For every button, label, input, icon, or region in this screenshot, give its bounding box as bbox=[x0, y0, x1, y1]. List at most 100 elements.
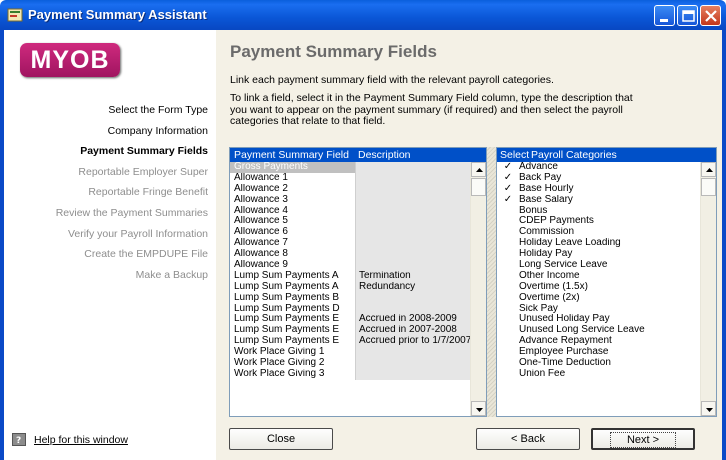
next-button[interactable]: Next > bbox=[591, 428, 695, 450]
field-description-cell[interactable] bbox=[355, 227, 471, 239]
column-header-categories[interactable]: Payroll Categories bbox=[531, 148, 716, 162]
category-checkbox[interactable] bbox=[497, 206, 519, 217]
field-row[interactable]: Work Place Giving 2 bbox=[230, 358, 486, 369]
field-row[interactable]: Allowance 9 bbox=[230, 260, 486, 271]
field-name-cell[interactable]: Work Place Giving 3 bbox=[230, 369, 355, 380]
column-header-select[interactable]: Select bbox=[497, 148, 531, 162]
scroll-thumb[interactable] bbox=[701, 178, 716, 196]
field-name-cell[interactable]: Allowance 8 bbox=[230, 249, 355, 260]
field-row[interactable]: Gross Payments bbox=[230, 162, 486, 173]
payroll-category-list[interactable]: Select Payroll Categories ✓ Advance ✓ Back … bbox=[496, 147, 717, 417]
field-row[interactable]: Lump Sum Payments A Redundancy bbox=[230, 281, 486, 293]
field-description-cell[interactable] bbox=[355, 183, 471, 195]
category-row[interactable]: Commission bbox=[497, 227, 716, 238]
field-description-cell[interactable] bbox=[355, 303, 471, 315]
field-row[interactable]: Lump Sum Payments E Accrued prior to 1/7/… bbox=[230, 336, 486, 348]
field-name-cell[interactable]: Lump Sum Payments E bbox=[230, 325, 355, 336]
category-row[interactable]: ✓ Advance bbox=[497, 162, 716, 173]
field-row[interactable]: Lump Sum Payments E Accrued in 2008-2009 bbox=[230, 314, 486, 326]
category-checkbox[interactable] bbox=[497, 293, 519, 304]
field-description-cell[interactable] bbox=[355, 162, 471, 173]
category-checkbox[interactable] bbox=[497, 216, 519, 227]
category-row[interactable]: Unused Holiday Pay bbox=[497, 314, 716, 325]
field-list-scrollbar[interactable] bbox=[470, 162, 486, 416]
field-description-cell[interactable] bbox=[355, 260, 471, 271]
category-checkbox[interactable] bbox=[497, 369, 519, 380]
checkmark-icon[interactable]: ✓ bbox=[497, 162, 519, 173]
field-row[interactable]: Lump Sum Payments D bbox=[230, 303, 486, 315]
category-row[interactable]: ✓ Base Hourly bbox=[497, 184, 716, 195]
field-description-cell[interactable] bbox=[355, 216, 471, 228]
category-checkbox[interactable] bbox=[497, 314, 519, 325]
field-name-cell[interactable]: Allowance 5 bbox=[230, 216, 355, 227]
help-link[interactable]: Help for this window bbox=[34, 434, 128, 446]
field-name-cell[interactable]: Allowance 7 bbox=[230, 238, 355, 249]
field-row[interactable]: Lump Sum Payments E Accrued in 2007-2008 bbox=[230, 325, 486, 337]
category-checkbox[interactable] bbox=[497, 347, 519, 358]
scroll-thumb[interactable] bbox=[471, 178, 486, 196]
field-row[interactable]: Work Place Giving 3 bbox=[230, 368, 486, 380]
category-row[interactable]: Long Service Leave bbox=[497, 260, 716, 271]
category-row[interactable]: Union Fee bbox=[497, 369, 716, 380]
field-row[interactable]: Allowance 3 bbox=[230, 194, 486, 206]
field-row[interactable]: Work Place Giving 1 bbox=[230, 347, 486, 359]
category-checkbox[interactable] bbox=[497, 249, 519, 260]
category-row[interactable]: Holiday Leave Loading bbox=[497, 238, 716, 249]
field-row[interactable]: Allowance 1 bbox=[230, 172, 486, 184]
category-row[interactable]: Unused Long Service Leave bbox=[497, 325, 716, 336]
field-row[interactable]: Allowance 7 bbox=[230, 238, 486, 250]
field-row[interactable]: Allowance 6 bbox=[230, 227, 486, 239]
field-name-cell[interactable]: Allowance 2 bbox=[230, 184, 355, 195]
field-description-cell[interactable]: Accrued in 2007-2008 bbox=[355, 325, 471, 337]
scroll-down-button[interactable] bbox=[471, 401, 486, 416]
scroll-down-button[interactable] bbox=[701, 401, 716, 416]
field-description-cell[interactable] bbox=[355, 292, 471, 304]
field-name-cell[interactable]: Lump Sum Payments E bbox=[230, 336, 355, 347]
category-checkbox[interactable] bbox=[497, 260, 519, 271]
close-window-button[interactable] bbox=[700, 5, 721, 26]
scroll-up-button[interactable] bbox=[471, 162, 486, 177]
checkmark-icon[interactable]: ✓ bbox=[497, 184, 519, 195]
field-description-cell[interactable]: Termination bbox=[355, 270, 471, 282]
category-row[interactable]: Other Income bbox=[497, 271, 716, 282]
field-description-cell[interactable] bbox=[355, 347, 471, 359]
field-name-cell[interactable]: Allowance 6 bbox=[230, 227, 355, 238]
field-row[interactable]: Allowance 8 bbox=[230, 249, 486, 261]
field-description-cell[interactable] bbox=[355, 205, 471, 217]
field-description-cell[interactable]: Accrued prior to 1/7/2007 bbox=[355, 336, 471, 348]
category-row[interactable]: ✓ Base Salary bbox=[497, 195, 716, 206]
category-row[interactable]: Advance Repayment bbox=[497, 336, 716, 347]
payment-summary-field-list[interactable]: Payment Summary Field Description Gross … bbox=[229, 147, 487, 417]
column-header-field[interactable]: Payment Summary Field bbox=[230, 148, 355, 162]
category-row[interactable]: Overtime (2x) bbox=[497, 293, 716, 304]
category-checkbox[interactable] bbox=[497, 304, 519, 315]
field-name-cell[interactable]: Work Place Giving 2 bbox=[230, 358, 355, 369]
field-description-cell[interactable] bbox=[355, 238, 471, 250]
field-name-cell[interactable]: Allowance 4 bbox=[230, 206, 355, 217]
category-row[interactable]: Sick Pay bbox=[497, 304, 716, 315]
checkmark-icon[interactable]: ✓ bbox=[497, 173, 519, 184]
field-row[interactable]: Allowance 2 bbox=[230, 183, 486, 195]
category-row[interactable]: CDEP Payments bbox=[497, 216, 716, 227]
field-row[interactable]: Lump Sum Payments A Termination bbox=[230, 270, 486, 282]
field-name-cell[interactable]: Lump Sum Payments D bbox=[230, 304, 355, 315]
field-description-cell[interactable] bbox=[355, 249, 471, 261]
close-button[interactable]: Close bbox=[229, 428, 333, 450]
field-name-cell[interactable]: Allowance 9 bbox=[230, 260, 355, 271]
field-description-cell[interactable]: Accrued in 2008-2009 bbox=[355, 314, 471, 326]
category-checkbox[interactable] bbox=[497, 358, 519, 369]
category-row[interactable]: One-Time Deduction bbox=[497, 358, 716, 369]
category-row[interactable]: Overtime (1.5x) bbox=[497, 282, 716, 293]
category-row[interactable]: Employee Purchase bbox=[497, 347, 716, 358]
scroll-up-button[interactable] bbox=[701, 162, 716, 177]
category-list-scrollbar[interactable] bbox=[700, 162, 716, 416]
category-row[interactable]: ✓ Back Pay bbox=[497, 173, 716, 184]
minimize-button[interactable] bbox=[654, 5, 675, 26]
field-row[interactable]: Lump Sum Payments B bbox=[230, 292, 486, 304]
category-checkbox[interactable] bbox=[497, 238, 519, 249]
maximize-button[interactable] bbox=[677, 5, 698, 26]
category-row[interactable]: Holiday Pay bbox=[497, 249, 716, 260]
category-checkbox[interactable] bbox=[497, 336, 519, 347]
field-name-cell[interactable]: Lump Sum Payments A bbox=[230, 282, 355, 293]
field-name-cell[interactable]: Allowance 1 bbox=[230, 173, 355, 184]
